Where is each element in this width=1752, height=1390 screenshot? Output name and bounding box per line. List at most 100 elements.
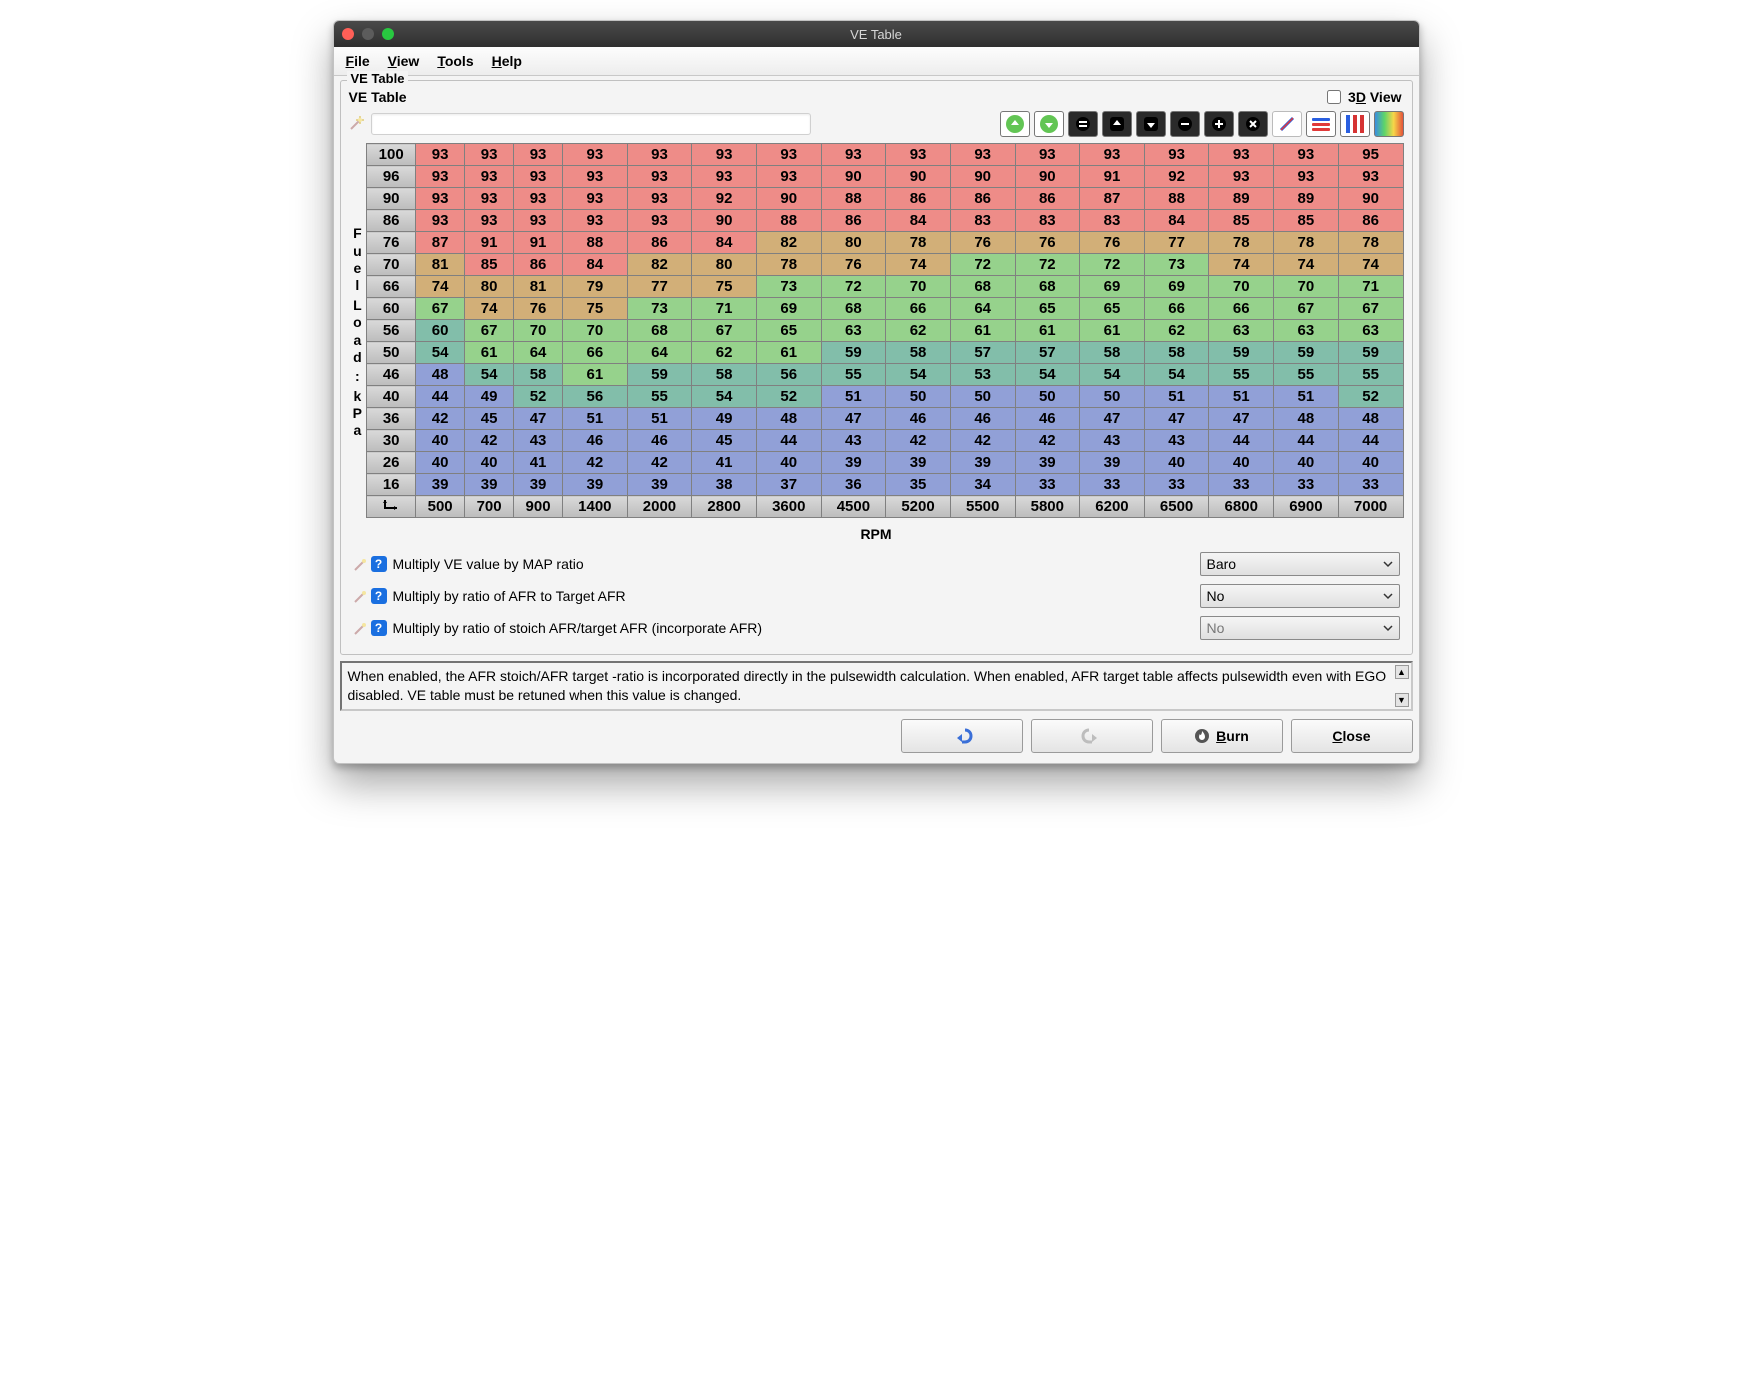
y-axis-tick[interactable]: 16 bbox=[367, 474, 416, 496]
x-axis-tick[interactable]: 3600 bbox=[756, 496, 821, 518]
grid-cell[interactable]: 63 bbox=[1338, 320, 1403, 342]
grid-cell[interactable]: 52 bbox=[756, 386, 821, 408]
x-axis-tick[interactable]: 700 bbox=[465, 496, 514, 518]
grid-cell[interactable]: 54 bbox=[416, 342, 465, 364]
grid-cell[interactable]: 90 bbox=[1015, 166, 1080, 188]
grid-cell[interactable]: 83 bbox=[1015, 210, 1080, 232]
grid-cell[interactable]: 33 bbox=[1338, 474, 1403, 496]
help-icon[interactable]: ? bbox=[371, 588, 387, 604]
grid-cell[interactable]: 49 bbox=[465, 386, 514, 408]
undo-button[interactable] bbox=[901, 719, 1023, 753]
grid-cell[interactable]: 93 bbox=[627, 166, 692, 188]
y-axis-tick[interactable]: 76 bbox=[367, 232, 416, 254]
grid-cell[interactable]: 39 bbox=[416, 474, 465, 496]
grid-cell[interactable]: 85 bbox=[1209, 210, 1274, 232]
grid-cell[interactable]: 81 bbox=[514, 276, 563, 298]
grid-cell[interactable]: 44 bbox=[1274, 430, 1339, 452]
grid-cell[interactable]: 39 bbox=[821, 452, 886, 474]
shift-up-button[interactable] bbox=[1102, 111, 1132, 137]
multiply-button[interactable] bbox=[1238, 111, 1268, 137]
axis-corner-icon[interactable] bbox=[367, 496, 416, 518]
grid-cell[interactable]: 85 bbox=[465, 254, 514, 276]
grid-cell[interactable]: 54 bbox=[1144, 364, 1209, 386]
y-axis-tick[interactable]: 56 bbox=[367, 320, 416, 342]
info-scrollbar[interactable]: ▲ ▼ bbox=[1395, 665, 1409, 707]
grid-cell[interactable]: 90 bbox=[1338, 188, 1403, 210]
grid-cell[interactable]: 51 bbox=[627, 408, 692, 430]
grid-cell[interactable]: 52 bbox=[1338, 386, 1403, 408]
grid-cell[interactable]: 93 bbox=[886, 144, 951, 166]
grid-cell[interactable]: 74 bbox=[465, 298, 514, 320]
burn-button[interactable]: Burn bbox=[1161, 719, 1283, 753]
grid-cell[interactable]: 54 bbox=[465, 364, 514, 386]
grid-cell[interactable]: 39 bbox=[886, 452, 951, 474]
grid-cell[interactable]: 78 bbox=[1338, 232, 1403, 254]
y-axis-tick[interactable]: 90 bbox=[367, 188, 416, 210]
grid-cell[interactable]: 90 bbox=[950, 166, 1015, 188]
grid-cell[interactable]: 51 bbox=[563, 408, 628, 430]
grid-cell[interactable]: 77 bbox=[627, 276, 692, 298]
grid-cell[interactable]: 50 bbox=[950, 386, 1015, 408]
grid-cell[interactable]: 88 bbox=[1144, 188, 1209, 210]
grid-cell[interactable]: 93 bbox=[465, 210, 514, 232]
grid-cell[interactable]: 51 bbox=[1209, 386, 1274, 408]
grid-cell[interactable]: 45 bbox=[465, 408, 514, 430]
grid-cell[interactable]: 42 bbox=[627, 452, 692, 474]
grid-cell[interactable]: 89 bbox=[1209, 188, 1274, 210]
grid-cell[interactable]: 93 bbox=[514, 144, 563, 166]
grid-cell[interactable]: 54 bbox=[692, 386, 757, 408]
grid-cell[interactable]: 93 bbox=[627, 144, 692, 166]
grid-cell[interactable]: 44 bbox=[756, 430, 821, 452]
grid-cell[interactable]: 93 bbox=[416, 144, 465, 166]
grid-cell[interactable]: 41 bbox=[692, 452, 757, 474]
chevron-down-icon[interactable] bbox=[1379, 587, 1397, 605]
grid-cell[interactable]: 93 bbox=[465, 166, 514, 188]
color-gradient-button[interactable] bbox=[1374, 111, 1404, 137]
grid-cell[interactable]: 56 bbox=[563, 386, 628, 408]
grid-cell[interactable]: 80 bbox=[821, 232, 886, 254]
grid-cell[interactable]: 33 bbox=[1209, 474, 1274, 496]
grid-cell[interactable]: 63 bbox=[1274, 320, 1339, 342]
grid-cell[interactable]: 47 bbox=[1209, 408, 1274, 430]
grid-cell[interactable]: 62 bbox=[692, 342, 757, 364]
x-axis-tick[interactable]: 900 bbox=[514, 496, 563, 518]
grid-cell[interactable]: 67 bbox=[416, 298, 465, 320]
grid-cell[interactable]: 84 bbox=[886, 210, 951, 232]
y-axis-tick[interactable]: 70 bbox=[367, 254, 416, 276]
help-icon[interactable]: ? bbox=[371, 556, 387, 572]
grid-cell[interactable]: 72 bbox=[950, 254, 1015, 276]
grid-cell[interactable]: 40 bbox=[416, 452, 465, 474]
grid-cell[interactable]: 54 bbox=[1080, 364, 1145, 386]
grid-cell[interactable]: 87 bbox=[1080, 188, 1145, 210]
grid-cell[interactable]: 92 bbox=[692, 188, 757, 210]
grid-cell[interactable]: 49 bbox=[692, 408, 757, 430]
wand-icon[interactable] bbox=[353, 588, 369, 604]
grid-cell[interactable]: 67 bbox=[1274, 298, 1339, 320]
grid-cell[interactable]: 43 bbox=[514, 430, 563, 452]
grid-cell[interactable]: 74 bbox=[1338, 254, 1403, 276]
grid-cell[interactable]: 55 bbox=[1338, 364, 1403, 386]
grid-cell[interactable]: 42 bbox=[886, 430, 951, 452]
grid-cell[interactable]: 83 bbox=[950, 210, 1015, 232]
grid-cell[interactable]: 70 bbox=[563, 320, 628, 342]
grid-cell[interactable]: 52 bbox=[514, 386, 563, 408]
redo-button[interactable] bbox=[1031, 719, 1153, 753]
grid-cell[interactable]: 70 bbox=[1274, 276, 1339, 298]
grid-cell[interactable]: 58 bbox=[886, 342, 951, 364]
grid-cell[interactable]: 89 bbox=[1274, 188, 1339, 210]
grid-cell[interactable]: 68 bbox=[627, 320, 692, 342]
grid-cell[interactable]: 39 bbox=[1015, 452, 1080, 474]
grid-cell[interactable]: 93 bbox=[627, 210, 692, 232]
increment-green-up-button[interactable] bbox=[1000, 111, 1030, 137]
grid-cell[interactable]: 58 bbox=[514, 364, 563, 386]
grid-cell[interactable]: 57 bbox=[950, 342, 1015, 364]
grid-cell[interactable]: 93 bbox=[465, 144, 514, 166]
grid-cell[interactable]: 93 bbox=[1274, 144, 1339, 166]
grid-cell[interactable]: 39 bbox=[1080, 452, 1145, 474]
grid-cell[interactable]: 39 bbox=[627, 474, 692, 496]
grid-cell[interactable]: 93 bbox=[465, 188, 514, 210]
grid-cell[interactable]: 72 bbox=[1080, 254, 1145, 276]
grid-cell[interactable]: 68 bbox=[1015, 276, 1080, 298]
grid-cell[interactable]: 61 bbox=[1080, 320, 1145, 342]
grid-cell[interactable]: 50 bbox=[886, 386, 951, 408]
